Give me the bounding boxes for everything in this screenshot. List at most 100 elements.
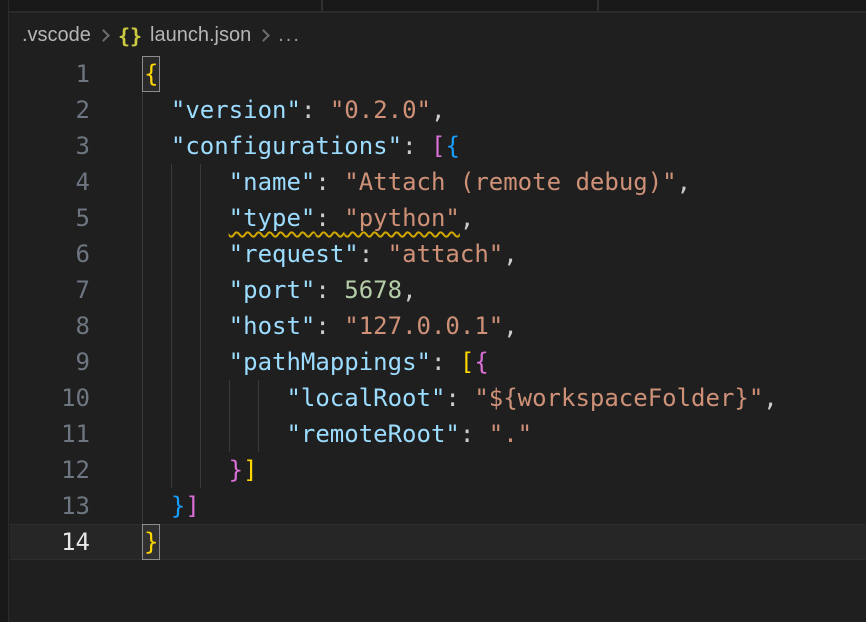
- line-number[interactable]: 8: [10, 308, 90, 344]
- code-line-content[interactable]: "pathMappings": [{: [142, 344, 489, 380]
- code-token: ,: [460, 204, 474, 232]
- code-token: "pathMappings": [229, 348, 431, 376]
- indent-guide: [258, 416, 287, 452]
- indent-guide: [200, 164, 229, 200]
- code-line-content[interactable]: }: [142, 524, 160, 560]
- code-line[interactable]: 5 "type": "python",: [10, 200, 866, 236]
- line-number[interactable]: 6: [10, 236, 90, 272]
- line-number[interactable]: 5: [10, 200, 90, 236]
- code-editor[interactable]: 1{2"version": "0.2.0",3"configurations":…: [10, 56, 866, 560]
- code-line-content[interactable]: "version": "0.2.0",: [142, 92, 445, 128]
- breadcrumb: .vscode {} launch.json ...: [10, 15, 866, 56]
- code-line[interactable]: 1{: [10, 56, 866, 92]
- code-line[interactable]: 3 "configurations": [{: [10, 128, 866, 164]
- indent-guide: [142, 488, 171, 524]
- code-line[interactable]: 11 "remoteRoot": ".": [10, 416, 866, 452]
- code-token: ,: [677, 168, 691, 196]
- line-number[interactable]: 10: [10, 380, 90, 416]
- code-token: {: [474, 348, 488, 376]
- indent-guide: [258, 380, 287, 416]
- indent-guide: [200, 452, 229, 488]
- code-line[interactable]: 6 "request": "attach",: [10, 236, 866, 272]
- code-line-content[interactable]: "request": "attach",: [142, 236, 518, 272]
- code-line-content[interactable]: "type": "python",: [142, 200, 474, 236]
- code-token: :: [315, 204, 344, 232]
- code-token: "Attach (remote debug)": [344, 168, 676, 196]
- indent-guide: [229, 416, 258, 452]
- editor-pane: .vscode {} launch.json ... 1{2"version":…: [10, 15, 866, 622]
- code-line[interactable]: 7 "port": 5678,: [10, 272, 866, 308]
- line-number[interactable]: 9: [10, 344, 90, 380]
- code-line-content[interactable]: }]: [142, 488, 200, 524]
- chevron-right-icon: [97, 29, 110, 42]
- code-line-content[interactable]: "host": "127.0.0.1",: [142, 308, 518, 344]
- indent-guide: [142, 200, 171, 236]
- code-token: "request": [229, 240, 359, 268]
- code-line[interactable]: 2 "version": "0.2.0",: [10, 92, 866, 128]
- indent-guide: [142, 128, 171, 164]
- indent-guide: [142, 452, 171, 488]
- code-token: ,: [431, 96, 445, 124]
- indent-guide: [142, 164, 171, 200]
- code-token: {: [445, 132, 459, 160]
- code-token: :: [402, 132, 431, 160]
- chevron-right-icon: [257, 29, 270, 42]
- line-number[interactable]: 14: [10, 524, 90, 560]
- code-token: :: [315, 168, 344, 196]
- code-line-content[interactable]: "configurations": [{: [142, 128, 460, 164]
- code-token: }: [229, 456, 243, 484]
- code-token: [: [460, 348, 474, 376]
- code-line-content[interactable]: "name": "Attach (remote debug)",: [142, 164, 691, 200]
- code-token: "localRoot": [286, 384, 445, 412]
- code-token: :: [301, 96, 330, 124]
- indent-guide: [171, 200, 200, 236]
- code-token: "remoteRoot": [286, 420, 459, 448]
- code-line-content[interactable]: "localRoot": "${workspaceFolder}",: [142, 380, 778, 416]
- code-token: :: [315, 276, 344, 304]
- code-line-content[interactable]: "port": 5678,: [142, 272, 417, 308]
- tab-separator: [597, 0, 599, 11]
- code-token: ]: [185, 492, 199, 520]
- code-token: :: [315, 312, 344, 340]
- line-number[interactable]: 1: [10, 56, 90, 92]
- breadcrumb-folder[interactable]: .vscode: [22, 24, 91, 47]
- indent-guide: [200, 272, 229, 308]
- code-line-content[interactable]: {: [142, 56, 160, 92]
- code-line-content[interactable]: }]: [142, 452, 258, 488]
- code-line[interactable]: 4 "name": "Attach (remote debug)",: [10, 164, 866, 200]
- code-token: :: [460, 420, 489, 448]
- code-line-content[interactable]: "remoteRoot": ".": [142, 416, 532, 452]
- breadcrumb-file[interactable]: launch.json: [150, 24, 251, 47]
- code-line[interactable]: 8 "host": "127.0.0.1",: [10, 308, 866, 344]
- code-line[interactable]: 14}: [10, 524, 866, 560]
- code-line[interactable]: 10 "localRoot": "${workspaceFolder}",: [10, 380, 866, 416]
- line-number[interactable]: 11: [10, 416, 90, 452]
- code-token: }: [171, 492, 185, 520]
- line-number[interactable]: 2: [10, 92, 90, 128]
- editor-left-border: [0, 0, 9, 622]
- tab-bar-bottom-strip: [9, 0, 866, 13]
- code-line[interactable]: 9 "pathMappings": [{: [10, 344, 866, 380]
- indent-guide: [229, 380, 258, 416]
- line-number[interactable]: 7: [10, 272, 90, 308]
- tab-separator: [321, 0, 323, 11]
- code-token: "${workspaceFolder}": [474, 384, 763, 412]
- line-number[interactable]: 4: [10, 164, 90, 200]
- code-line[interactable]: 12}]: [10, 452, 866, 488]
- code-token: :: [431, 348, 460, 376]
- indent-guide: [142, 92, 171, 128]
- code-token: ,: [503, 312, 517, 340]
- line-number[interactable]: 13: [10, 488, 90, 524]
- code-token: "name": [229, 168, 316, 196]
- line-number[interactable]: 12: [10, 452, 90, 488]
- code-token: "127.0.0.1": [344, 312, 503, 340]
- indent-guide: [171, 452, 200, 488]
- line-number[interactable]: 3: [10, 128, 90, 164]
- code-line[interactable]: 13}]: [10, 488, 866, 524]
- code-token: "type": [229, 204, 316, 232]
- code-token: "host": [229, 312, 316, 340]
- indent-guide: [200, 236, 229, 272]
- indent-guide: [142, 308, 171, 344]
- indent-guide: [142, 416, 171, 452]
- breadcrumb-ellipsis[interactable]: ...: [278, 24, 301, 47]
